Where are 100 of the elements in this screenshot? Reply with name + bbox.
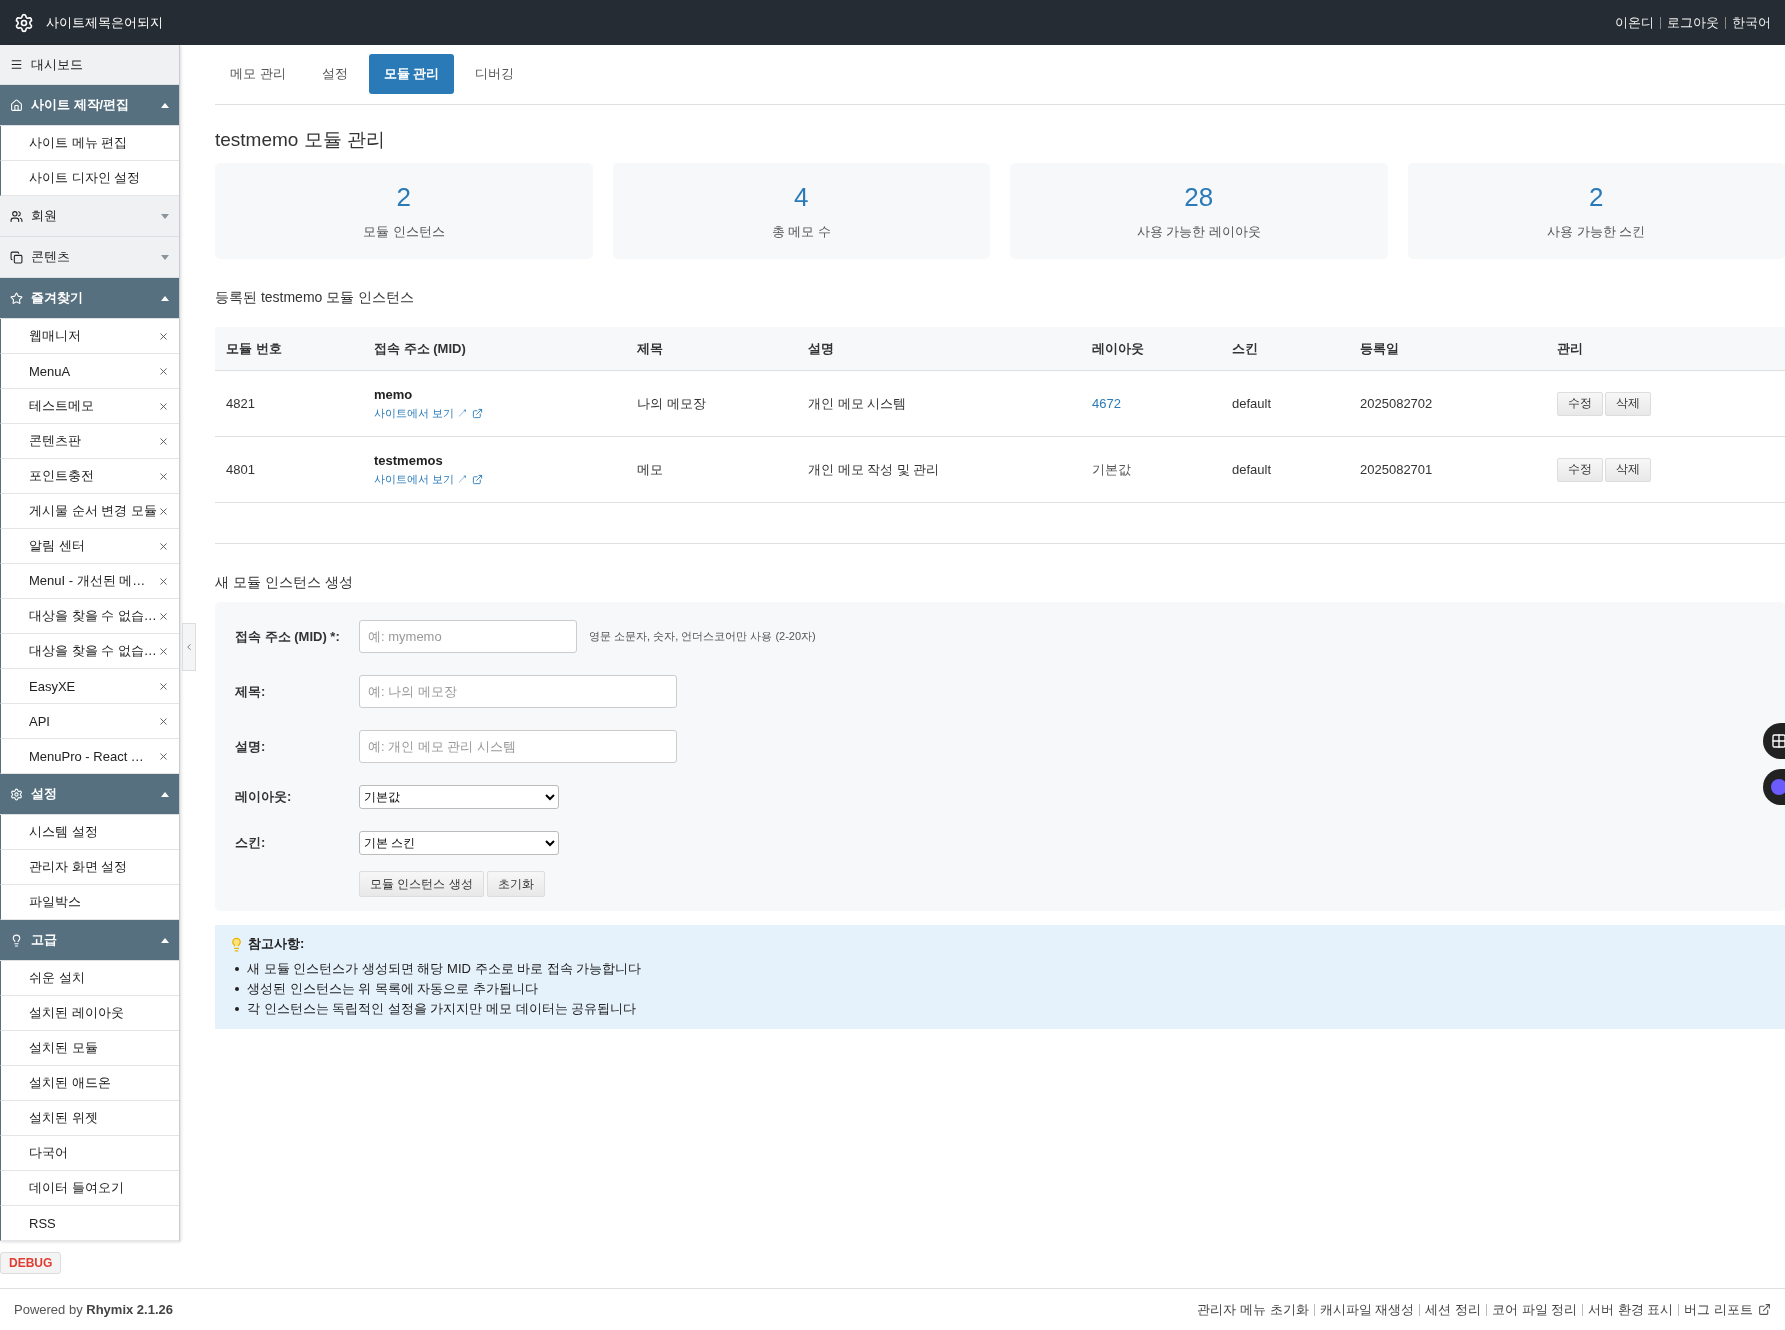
footer-link[interactable]: 캐시파일 재생성 [1319,1300,1415,1319]
user-link[interactable]: 로그아웃 [1667,13,1719,32]
tab[interactable]: 설정 [306,54,363,94]
close-icon[interactable] [158,645,169,657]
sidebar-item[interactable]: 대상을 찾을 수 없습… [0,634,179,669]
bullet-icon [235,967,239,971]
close-icon[interactable] [158,365,169,377]
lightbulb-icon [229,936,244,952]
sidebar-item[interactable]: 설치된 레이아웃 [0,996,179,1031]
sidebar-item[interactable]: 대상을 찾을 수 없습… [0,599,179,634]
sidebar-group-header[interactable]: 설정 [0,774,179,815]
sidebar-item[interactable]: 웹매니저 [0,319,179,354]
tab[interactable]: 디버깅 [460,54,530,94]
sidebar-item[interactable]: MenuA [0,354,179,389]
caret-icon [161,254,169,260]
close-icon[interactable] [158,610,169,622]
sidebar-item[interactable]: 관리자 화면 설정 [0,850,179,885]
sidebar-item[interactable]: 설치된 위젯 [0,1101,179,1136]
select-field[interactable]: 기본 스킨 [359,831,559,855]
input-field[interactable]: 예: mymemo [359,620,577,653]
field-hint: 영문 소문자, 숫자, 언더스코어만 사용 (2-20자) [589,629,816,644]
close-icon[interactable] [158,470,169,482]
group-icon [10,787,23,801]
delete-button[interactable]: 삭제 [1605,457,1651,482]
external-link-icon [472,473,484,485]
select-field[interactable]: 기본값 [359,785,559,809]
close-icon[interactable] [158,540,169,552]
close-icon[interactable] [158,435,169,447]
page-title: testmemo 모듈 관리 [215,128,386,152]
field-label: 설명: [235,737,267,756]
close-icon[interactable] [158,505,169,517]
sidebar-group-header[interactable]: 회원 [0,196,179,237]
tab[interactable]: 모듈 관리 [368,54,455,94]
input-field[interactable]: 예: 나의 메모장 [359,675,677,708]
layout-link[interactable]: 4672 [1081,396,1221,411]
close-icon[interactable] [158,715,169,727]
view-site-link[interactable]: 사이트에서 보기 ↗ [374,405,626,421]
sidebar-item[interactable]: 사이트 디자인 설정 [0,161,179,196]
input-field[interactable]: 예: 개인 메모 관리 시스템 [359,730,677,763]
mid-name: memo [374,386,414,402]
stat-value: 2 [1589,181,1604,213]
sidebar-item[interactable]: 게시물 순서 변경 모듈 [0,494,179,529]
sidebar-item[interactable]: MenuI - 개선된 메… [0,564,179,599]
close-icon[interactable] [158,575,169,587]
sidebar-item[interactable]: 사이트 메뉴 편집 [0,126,179,161]
column-header: 등록일 [1359,339,1400,358]
sidebar-item[interactable]: 테스트메모 [0,389,179,424]
table-cell-text: 개인 메모 시스템 [807,394,908,413]
user-link[interactable]: 한국어 [1732,13,1771,32]
sidebar-item[interactable]: 알림 센터 [0,529,179,564]
table-cell-text: 4821 [225,396,256,411]
debug-button[interactable]: DEBUG [0,1252,62,1274]
column-header: 설명 [807,339,835,358]
sidebar-item[interactable]: 설치된 모듈 [0,1031,179,1066]
sidebar-item[interactable]: EasyXE [0,669,179,704]
sidebar-group-header[interactable]: 즐겨찾기 [0,278,179,319]
note-item: 생성된 인스턴스는 위 목록에 자동으로 추가됩니다 [247,980,539,998]
footer-link[interactable]: 서버 환경 표시 [1588,1300,1674,1319]
sidebar-item[interactable]: 시스템 설정 [0,815,179,850]
close-icon[interactable] [158,680,169,692]
reset-button[interactable]: 초기화 [486,871,545,897]
sidebar-item[interactable]: MenuPro - React … [0,739,179,774]
bullet-icon [235,1007,239,1011]
footer-link[interactable]: 세션 정리 [1425,1300,1481,1319]
stat-label: 사용 가능한 레이아웃 [1136,222,1261,241]
sidebar-group-header[interactable]: 콘텐츠 [0,237,179,278]
edit-button[interactable]: 수정 [1557,391,1603,416]
settings-icon[interactable] [14,12,34,33]
user-link[interactable]: 이온디 [1615,13,1654,32]
caret-icon [161,937,169,943]
close-icon[interactable] [158,330,169,342]
bullet-icon [235,987,239,991]
notes-title: 참고사항: [248,935,305,953]
tab[interactable]: 메모 관리 [215,54,301,94]
footer-link[interactable]: 관리자 메뉴 초기화 [1197,1300,1309,1319]
sidebar-item[interactable]: 쉬운 설치 [0,961,179,996]
footer-link[interactable]: 코어 파일 정리 [1491,1300,1578,1319]
external-link-icon [1758,1303,1771,1316]
sidebar-item[interactable]: 콘텐츠판 [0,424,179,459]
delete-button[interactable]: 삭제 [1605,391,1651,416]
sidebar-item[interactable]: 포인트충전 [0,459,179,494]
note-item: 새 모듈 인스턴스가 생성되면 해당 MID 주소로 바로 접속 가능합니다 [247,960,642,978]
collapse-handle[interactable] [182,623,196,671]
footer-link[interactable]: 버그 리포트 [1684,1300,1753,1319]
edit-button[interactable]: 수정 [1557,457,1603,482]
sidebar-item[interactable]: 다국어 [0,1136,179,1171]
sidebar-item[interactable]: RSS [0,1206,179,1241]
sidebar-item[interactable]: 데이터 들여오기 [0,1171,179,1206]
close-icon[interactable] [158,400,169,412]
sidebar-item[interactable]: API [0,704,179,739]
sidebar-item[interactable]: 설치된 애드온 [0,1066,179,1101]
stat-label: 모듈 인스턴스 [362,222,445,241]
sidebar-group-header[interactable]: 사이트 제작/편집 [0,85,179,126]
create-button[interactable]: 모듈 인스턴스 생성 [359,871,484,897]
column-header: 접속 주소 (MID) [373,339,467,358]
close-icon[interactable] [158,750,169,762]
sidebar-group-header[interactable]: 고급 [0,920,179,961]
table-cell-text: 개인 메모 작성 및 관리 [807,460,941,479]
view-site-link[interactable]: 사이트에서 보기 ↗ [374,471,626,487]
sidebar-item[interactable]: 파일박스 [0,885,179,920]
